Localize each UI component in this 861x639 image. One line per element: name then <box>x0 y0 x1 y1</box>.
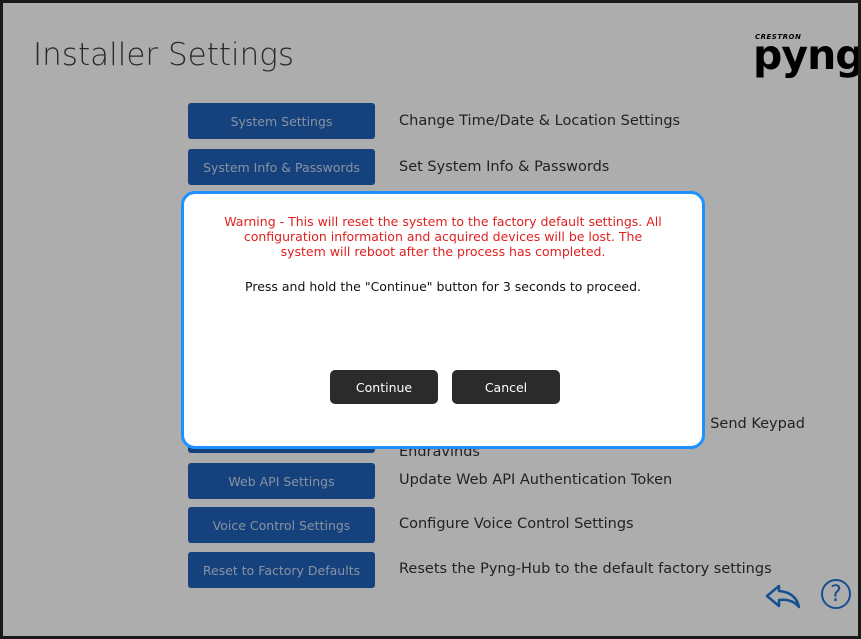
app-window: Installer Settings CRESTRON pyng System … <box>0 0 861 639</box>
continue-button[interactable]: Continue <box>330 370 438 404</box>
cancel-button[interactable]: Cancel <box>452 370 560 404</box>
instruction-message: Press and hold the "Continue" button for… <box>245 279 641 294</box>
warning-message: Warning - This will reset the system to … <box>224 214 662 259</box>
factory-reset-dialog: Warning - This will reset the system to … <box>181 191 705 449</box>
